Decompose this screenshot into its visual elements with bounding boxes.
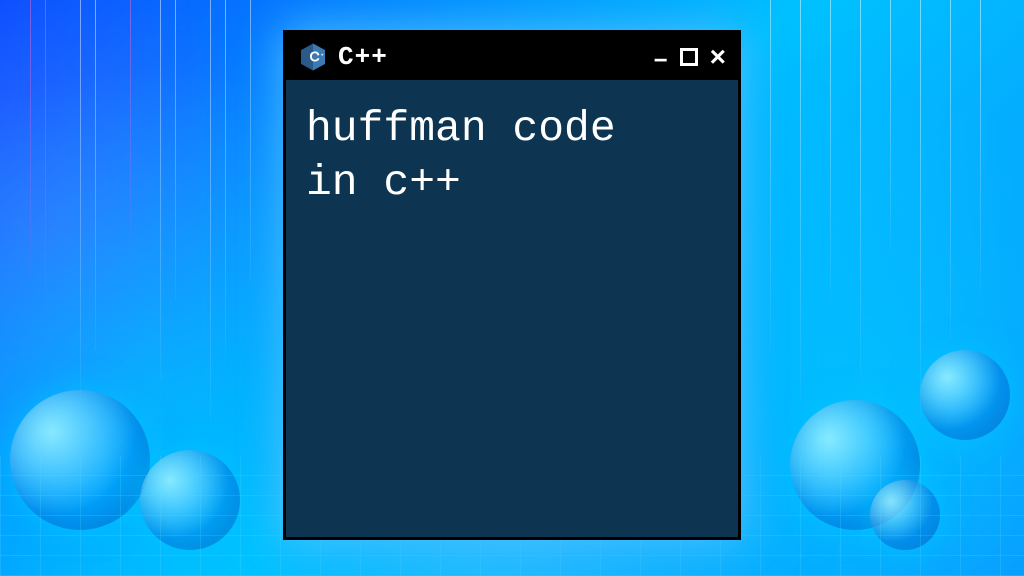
content-line-1: huffman code bbox=[306, 104, 616, 153]
svg-text:+: + bbox=[317, 53, 320, 58]
cpp-logo-icon: C + + bbox=[298, 42, 328, 72]
svg-text:+: + bbox=[321, 53, 324, 58]
window-controls: − × bbox=[654, 41, 726, 73]
close-button[interactable]: × bbox=[710, 43, 726, 71]
sphere-decoration bbox=[920, 350, 1010, 440]
window-title: C++ bbox=[338, 42, 644, 72]
titlebar[interactable]: C + + C++ − × bbox=[286, 33, 738, 80]
window-content: huffman code in c++ bbox=[286, 80, 738, 232]
maximize-button[interactable] bbox=[680, 48, 698, 66]
content-line-2: in c++ bbox=[306, 158, 461, 207]
minimize-button[interactable]: − bbox=[654, 49, 668, 73]
app-window: C + + C++ − × huffman code in c++ bbox=[283, 30, 741, 540]
